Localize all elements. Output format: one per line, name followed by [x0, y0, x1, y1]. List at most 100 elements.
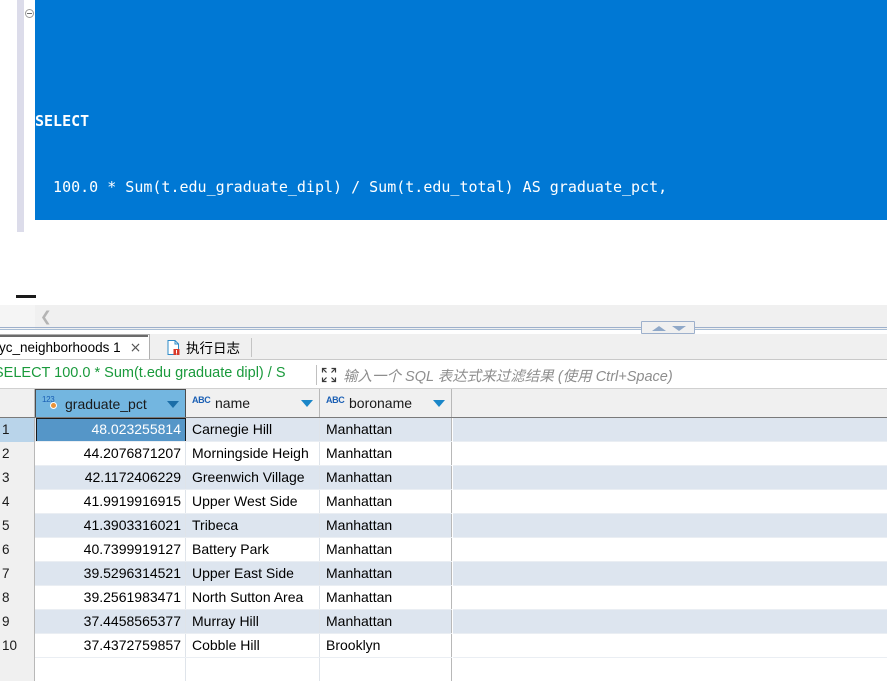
table-row[interactable]: 1 48.023255814 Carnegie Hill Manhattan [0, 418, 887, 442]
tab-execution-log[interactable]: 执行日志 [159, 334, 250, 360]
row-number[interactable]: 7 [0, 562, 35, 586]
cell-graduate-pct[interactable]: 42.1172406229 [36, 466, 186, 490]
column-header-label: name [215, 395, 251, 411]
cell-name[interactable]: Battery Park [187, 538, 320, 562]
cell-graduate-pct[interactable]: 41.3903316021 [36, 514, 186, 538]
cell-name[interactable]: North Sutton Area [187, 586, 320, 610]
cell-boroname[interactable]: Manhattan [321, 514, 452, 538]
panel-resize-sash[interactable] [641, 321, 695, 334]
text-type-icon: ABC [192, 395, 211, 411]
cell-empty [187, 658, 320, 681]
cell-boroname[interactable]: Manhattan [321, 490, 452, 514]
table-row[interactable]: 10 37.4372759857 Cobble Hill Brooklyn [0, 634, 887, 658]
numeric-type-dot [50, 401, 57, 409]
cell-boroname[interactable]: Manhattan [321, 442, 452, 466]
cell-name[interactable]: Tribeca [187, 514, 320, 538]
row-number[interactable]: 4 [0, 490, 35, 514]
chevron-down-icon[interactable] [301, 400, 313, 407]
cell-boroname[interactable]: Manhattan [321, 538, 452, 562]
table-row[interactable]: 6 40.7399919127 Battery Park Manhattan [0, 538, 887, 562]
cell-empty [321, 658, 452, 681]
text-type-icon: ABC [326, 395, 345, 411]
row-number[interactable]: 10 [0, 634, 35, 658]
cell-name[interactable]: Morningside Heigh [187, 442, 320, 466]
numeric-type-icon: 123 [42, 395, 61, 412]
cell-name[interactable]: Upper East Side [187, 562, 320, 586]
cell-name[interactable]: Cobble Hill [187, 634, 320, 658]
row-number[interactable]: 6 [0, 538, 35, 562]
cell-boroname[interactable]: Manhattan [321, 418, 452, 442]
cell-graduate-pct[interactable]: 39.2561983471 [36, 586, 186, 610]
table-row[interactable]: 8 39.2561983471 North Sutton Area Manhat… [0, 586, 887, 610]
scrollbar-thumb[interactable] [16, 295, 36, 298]
cell-graduate-pct[interactable]: 37.4372759857 [36, 634, 186, 658]
cell-graduate-pct[interactable]: 37.4458565377 [36, 610, 186, 634]
tab-result-set[interactable]: yc_neighborhoods 1 × [0, 334, 151, 360]
filter-separator [316, 365, 317, 385]
close-icon[interactable]: × [130, 341, 142, 355]
column-header-graduate-pct[interactable]: 123 graduate_pct [35, 389, 186, 417]
cell-graduate-pct[interactable]: 39.5296314521 [36, 562, 186, 586]
sql-code-area[interactable]: SELECT 100.0 * Sum(t.edu_graduate_dipl) … [35, 0, 887, 305]
result-filter-bar[interactable]: SELECT 100.0 * Sum(t.edu graduate dipl) … [0, 360, 887, 388]
text-caret [172, 220, 173, 240]
triangle-up-icon[interactable] [652, 326, 666, 331]
table-row[interactable]: 2 44.2076871207 Morningside Heigh Manhat… [0, 442, 887, 466]
cell-name[interactable]: Carnegie Hill [187, 418, 320, 442]
grid-body[interactable]: 1 48.023255814 Carnegie Hill Manhattan 2… [0, 418, 887, 681]
cell-name[interactable]: Murray Hill [187, 610, 320, 634]
editor-horizontal-scrollbar[interactable] [0, 286, 887, 305]
text-type-label: ABC [326, 395, 345, 405]
cell-name[interactable]: Upper West Side [187, 490, 320, 514]
row-number[interactable]: 3 [0, 466, 35, 490]
editor-change-bar [17, 0, 24, 232]
sash-line-left [0, 327, 641, 328]
table-row[interactable]: 3 42.1172406229 Greenwich Village Manhat… [0, 466, 887, 490]
table-row[interactable]: 4 41.9919916915 Upper West Side Manhatta… [0, 490, 887, 514]
dbeaver-sql-editor-window: SELECT 100.0 * Sum(t.edu_graduate_dipl) … [0, 0, 887, 681]
chevron-down-icon[interactable] [433, 400, 445, 407]
fold-collapse-icon[interactable] [25, 9, 34, 18]
text-type-label: ABC [192, 395, 211, 405]
chevron-down-icon[interactable] [167, 401, 179, 408]
grid-corner-cell[interactable] [0, 389, 35, 417]
cell-boroname[interactable]: Brooklyn [321, 634, 452, 658]
cell-graduate-pct[interactable]: 40.7399919127 [36, 538, 186, 562]
cell-boroname[interactable]: Manhattan [321, 586, 452, 610]
row-number[interactable]: 5 [0, 514, 35, 538]
cell-graduate-pct[interactable]: 44.2076871207 [36, 442, 186, 466]
cell-boroname[interactable]: Manhattan [321, 610, 452, 634]
editor-folding-column [24, 0, 35, 305]
row-number[interactable]: 2 [0, 442, 35, 466]
sash-line-right [695, 327, 887, 328]
column-header-boroname[interactable]: ABC boroname [320, 389, 452, 417]
row-number[interactable]: 9 [0, 610, 35, 634]
filter-input-placeholder[interactable]: 输入一个 SQL 表达式来过滤结果 (使用 Ctrl+Space) [343, 365, 673, 386]
cell-boroname[interactable]: Manhattan [321, 466, 452, 490]
sql-line: n.name, n.boroname [35, 242, 887, 264]
grid-empty-row[interactable] [0, 658, 887, 681]
sql-line-text: n.name, n.boroname [35, 244, 216, 262]
triangle-down-icon[interactable] [672, 326, 686, 331]
breadcrumb-bottom-border [0, 329, 887, 330]
table-row[interactable]: 7 39.5296314521 Upper East Side Manhatta… [0, 562, 887, 586]
chevron-left-icon[interactable]: ❮ [40, 309, 52, 325]
cell-graduate-pct[interactable]: 48.023255814 [36, 418, 186, 442]
row-number[interactable]: 8 [0, 586, 35, 610]
row-number-empty [0, 658, 35, 681]
sql-editor-pane[interactable]: SELECT 100.0 * Sum(t.edu_graduate_dipl) … [0, 0, 887, 305]
table-row[interactable]: 5 41.3903316021 Tribeca Manhattan [0, 514, 887, 538]
tab-divider [251, 338, 252, 357]
cell-boroname[interactable]: Manhattan [321, 562, 452, 586]
tab-label: 执行日志 [186, 341, 240, 356]
cell-graduate-pct[interactable]: 41.9919916915 [36, 490, 186, 514]
expand-maximize-icon[interactable] [321, 367, 337, 383]
sql-line: SELECT [35, 110, 887, 132]
table-row[interactable]: 9 37.4458565377 Murray Hill Manhattan [0, 610, 887, 634]
sql-line: 100.0 * Sum(t.edu_graduate_dipl) / Sum(t… [35, 176, 887, 198]
result-grid[interactable]: 123 graduate_pct ABC name ABC boroname 1… [0, 389, 887, 681]
editor-left-gutter [0, 0, 16, 305]
cell-name[interactable]: Greenwich Village [187, 466, 320, 490]
row-number[interactable]: 1 [0, 418, 35, 442]
column-header-name[interactable]: ABC name [186, 389, 320, 417]
